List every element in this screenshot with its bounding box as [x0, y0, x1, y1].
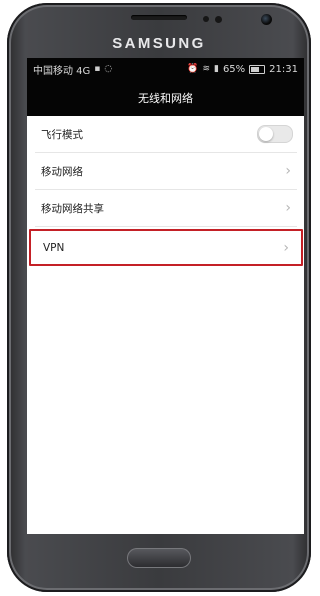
proximity-sensor: [203, 16, 209, 22]
brand-logo: SAMSUNG: [112, 35, 206, 52]
mobile-network-row[interactable]: 移动网络 ›: [35, 153, 297, 190]
signal-icon: ▮: [213, 64, 219, 74]
chevron-right-icon: ›: [283, 239, 289, 256]
airplane-mode-row[interactable]: 飞行模式: [35, 116, 297, 153]
status-bar-right: ⏰ ≋ ▮ 65% 21:31: [187, 64, 298, 75]
tethering-label: 移动网络共享: [41, 202, 104, 215]
clock: 21:31: [269, 63, 298, 75]
carrier-label: 中国移动 4G: [33, 65, 91, 77]
status-bar-left: 中国移动 4G ▪ ◌: [33, 62, 112, 77]
settings-list: 飞行模式 移动网络 › 移动网络共享 › VPN ›: [27, 116, 304, 266]
page-title-bar: 无线和网络: [27, 80, 304, 116]
airplane-mode-toggle[interactable]: [257, 125, 293, 143]
vpn-label: VPN: [43, 241, 65, 254]
chevron-right-icon: ›: [285, 200, 291, 216]
battery-percent: 65%: [222, 63, 246, 75]
notification-icon: ◌: [104, 64, 113, 74]
home-button[interactable]: [127, 548, 191, 568]
battery-icon: [249, 64, 266, 74]
page-title: 无线和网络: [138, 92, 193, 105]
airplane-mode-label: 飞行模式: [41, 128, 83, 141]
mobile-network-label: 移动网络: [41, 165, 83, 178]
sim-icon: ▪: [94, 64, 101, 74]
earpiece-speaker: [131, 15, 187, 20]
wifi-icon: ≋: [202, 64, 210, 74]
vpn-row[interactable]: VPN ›: [29, 229, 303, 266]
status-bar: 中国移动 4G ▪ ◌ ⏰ ≋ ▮ 65% 21:31: [27, 58, 304, 80]
screen: 中国移动 4G ▪ ◌ ⏰ ≋ ▮ 65% 21:31 无线和网络 飞行模式 移: [27, 58, 304, 534]
light-sensor: [215, 16, 222, 23]
toggle-knob: [259, 127, 273, 141]
chevron-right-icon: ›: [285, 163, 291, 179]
tethering-row[interactable]: 移动网络共享 ›: [35, 190, 297, 227]
alarm-icon: ⏰: [187, 64, 199, 74]
front-camera: [261, 14, 272, 25]
phone-frame: SAMSUNG 中国移动 4G ▪ ◌ ⏰ ≋ ▮ 65% 21:31 无线和网…: [7, 3, 311, 592]
